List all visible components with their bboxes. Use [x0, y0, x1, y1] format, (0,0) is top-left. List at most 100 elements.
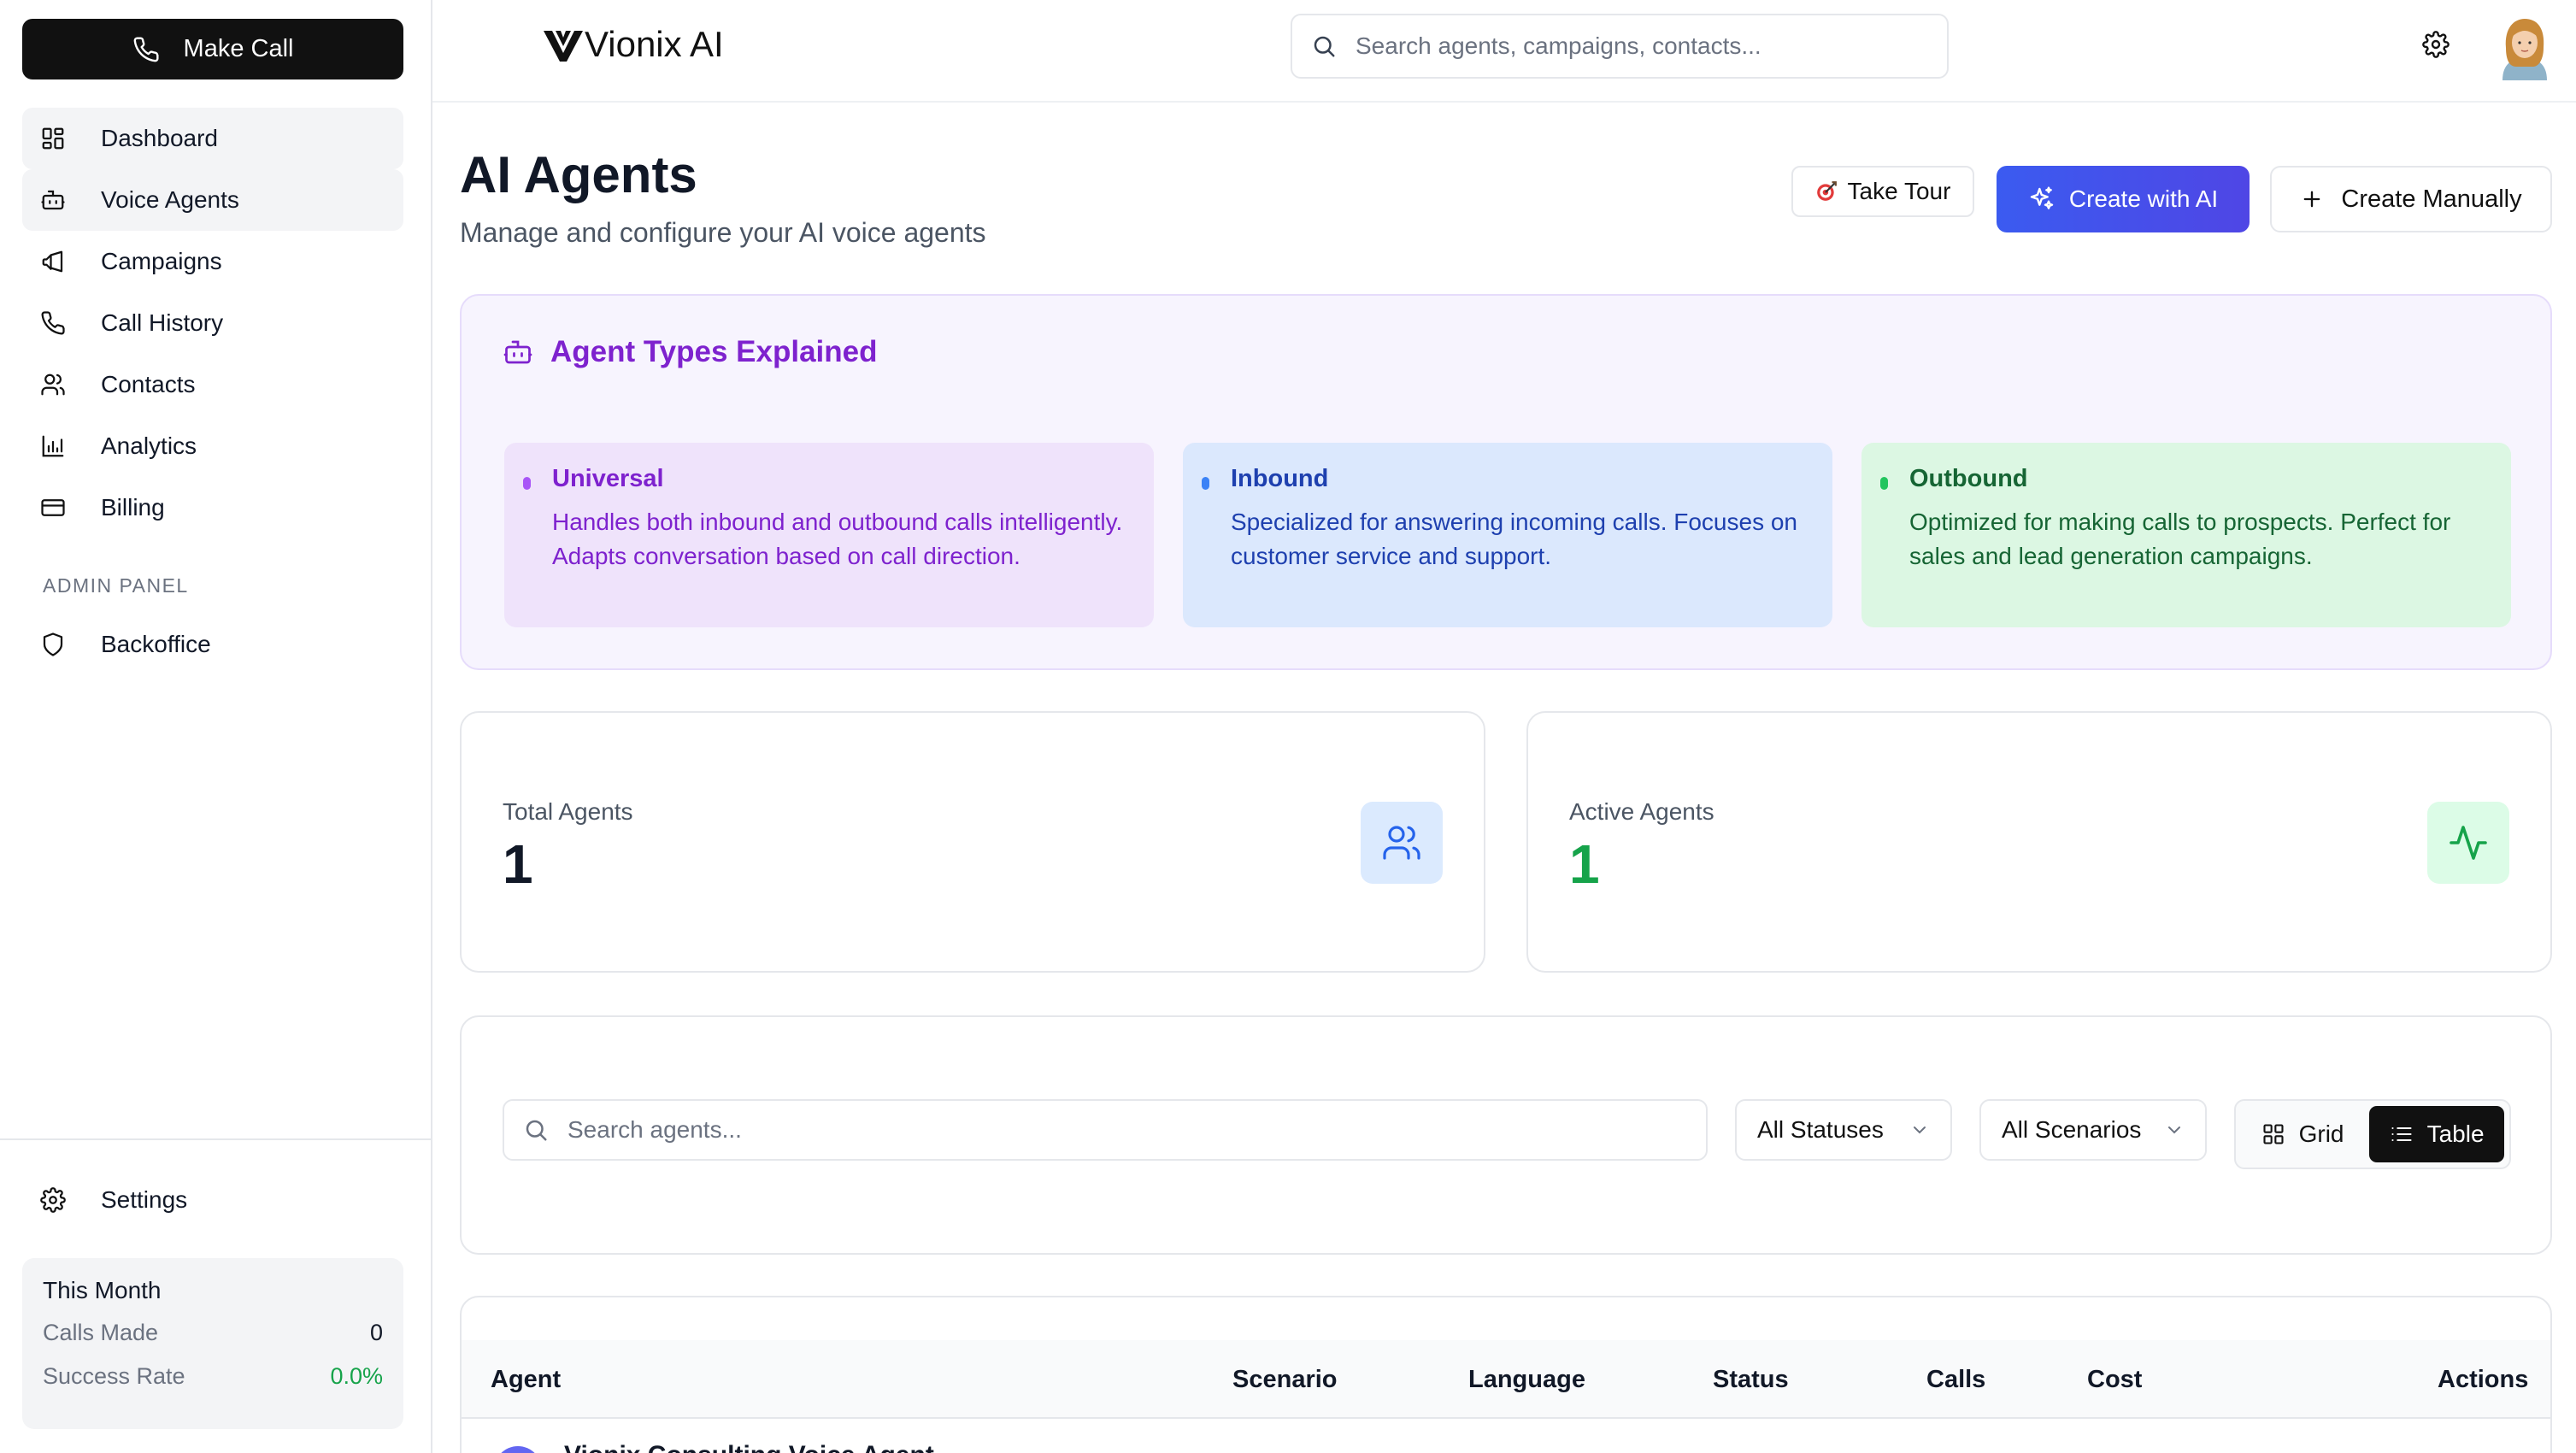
target-icon — [1815, 180, 1838, 203]
grid-icon — [2261, 1122, 2285, 1146]
agent-type-name: Inbound — [1231, 465, 1329, 492]
sidebar-item-label: Contacts — [101, 371, 196, 397]
vionix-logo-icon — [544, 27, 583, 62]
month-title: This Month — [43, 1277, 162, 1303]
sidebar-item-label: Analytics — [101, 432, 197, 459]
calls-made-value: 0 — [369, 1320, 383, 1345]
sidebar-divider — [0, 1138, 431, 1140]
scenario-select-value: All Scenarios — [2002, 1116, 2142, 1143]
agent-types-title: Agent Types Explained — [550, 335, 878, 368]
sidebar-item-call-history[interactable]: Call History — [22, 292, 403, 354]
sidebar: Make Call Dashboard Voice Agents Campaig… — [0, 0, 432, 1453]
column-header-language: Language — [1468, 1366, 1585, 1393]
create-manually-button[interactable]: Create Manually — [2270, 166, 2552, 232]
sidebar-item-label: Backoffice — [101, 631, 211, 657]
sidebar-item-dashboard[interactable]: Dashboard — [22, 108, 403, 169]
calls-made-label: Calls Made — [43, 1320, 159, 1345]
brand-logo[interactable]: Vionix AI — [544, 24, 724, 65]
active-agents-card: Active Agents 1 — [1526, 711, 2552, 973]
agent-search-input[interactable] — [568, 1116, 1679, 1144]
success-rate-row: Success Rate 0.0% — [43, 1363, 383, 1390]
create-with-ai-label: Create with AI — [2068, 185, 2219, 212]
inbound-dot — [1202, 477, 1209, 490]
gear-icon — [39, 1186, 67, 1214]
create-with-ai-button[interactable]: Create with AI — [1997, 166, 2250, 232]
column-header-status: Status — [1713, 1366, 1789, 1393]
sidebar-item-backoffice[interactable]: Backoffice — [22, 614, 403, 675]
agent-name[interactable]: Vionix Consulting Voice Agent — [564, 1441, 934, 1453]
plus-icon — [2300, 187, 2324, 211]
brand-name: Vionix AI — [585, 24, 724, 64]
agent-search[interactable] — [503, 1099, 1708, 1161]
chevron-down-icon — [1909, 1120, 1930, 1140]
take-tour-button[interactable]: Take Tour — [1791, 166, 1974, 217]
global-search-input[interactable] — [1356, 32, 1911, 60]
total-agents-card: Total Agents 1 — [460, 711, 1485, 973]
shield-icon — [39, 631, 67, 658]
users-icon — [1361, 802, 1443, 884]
user-avatar[interactable] — [2494, 15, 2555, 80]
sidebar-item-label: Billing — [101, 494, 165, 521]
list-icon — [2390, 1122, 2414, 1146]
sidebar-item-campaigns[interactable]: Campaigns — [22, 231, 403, 292]
agent-type-name: Outbound — [1909, 465, 2028, 492]
admin-nav: Backoffice — [22, 614, 403, 675]
status-select[interactable]: All Statuses — [1735, 1099, 1952, 1161]
status-select-value: All Statuses — [1757, 1116, 1884, 1143]
grid-view-button[interactable]: Grid — [2241, 1106, 2364, 1162]
active-agents-label: Active Agents — [1569, 798, 1714, 825]
total-agents-label: Total Agents — [503, 798, 633, 825]
search-icon — [523, 1117, 549, 1143]
sidebar-settings-wrapper: Settings — [22, 1169, 403, 1231]
sidebar-item-contacts[interactable]: Contacts — [22, 354, 403, 415]
sidebar-item-label: Settings — [101, 1186, 188, 1213]
column-header-agent: Agent — [491, 1366, 562, 1393]
admin-panel-heading: ADMIN PANEL — [43, 574, 189, 597]
gear-icon[interactable] — [2422, 31, 2450, 58]
agent-avatar — [494, 1446, 542, 1453]
agent-types-card: Agent Types Explained Universal Handles … — [460, 294, 2552, 670]
column-header-scenario: Scenario — [1232, 1366, 1338, 1393]
search-icon — [1311, 33, 1337, 59]
sidebar-item-settings[interactable]: Settings — [22, 1169, 403, 1231]
calls-made-row: Calls Made 0 — [43, 1320, 383, 1346]
top-header: Vionix AI — [432, 0, 2576, 103]
sidebar-item-label: Campaigns — [101, 248, 222, 274]
sidebar-item-analytics[interactable]: Analytics — [22, 415, 403, 477]
view-toggle: Grid Table — [2234, 1099, 2511, 1169]
outbound-dot — [1880, 477, 1888, 490]
active-agents-value: 1 — [1569, 833, 1600, 895]
users-icon — [39, 371, 67, 398]
create-manually-label: Create Manually — [2341, 185, 2522, 213]
column-header-actions: Actions — [2438, 1366, 2529, 1393]
agent-type-name: Universal — [552, 465, 664, 492]
sidebar-item-voice-agents[interactable]: Voice Agents — [22, 169, 403, 231]
dashboard-icon — [39, 125, 67, 152]
make-call-button[interactable]: Make Call — [22, 19, 403, 79]
table-view-button[interactable]: Table — [2369, 1106, 2504, 1162]
sidebar-item-label: Dashboard — [101, 125, 218, 151]
sparkles-icon — [2028, 185, 2056, 213]
scenario-select[interactable]: All Scenarios — [1979, 1099, 2207, 1161]
page-subtitle: Manage and configure your AI voice agent… — [460, 217, 986, 248]
success-rate-value: 0.0% — [330, 1363, 383, 1389]
column-header-calls: Calls — [1926, 1366, 1986, 1393]
credit-card-icon — [39, 494, 67, 521]
filter-bar: All Statuses All Scenarios Grid Table — [460, 1015, 2552, 1255]
universal-dot — [523, 477, 531, 490]
sidebar-item-billing[interactable]: Billing — [22, 477, 403, 538]
phone-icon — [132, 36, 160, 63]
bar-chart-icon — [39, 432, 67, 460]
bot-icon — [39, 186, 67, 214]
make-call-label: Make Call — [183, 35, 294, 62]
global-search[interactable] — [1291, 14, 1949, 79]
agent-type-description: Specialized for answering incoming calls… — [1231, 509, 1797, 569]
agent-types-heading: Agent Types Explained — [503, 335, 878, 369]
column-header-cost: Cost — [2087, 1366, 2143, 1393]
chevron-down-icon — [2164, 1120, 2185, 1140]
agent-type-description: Optimized for making calls to prospects.… — [1909, 509, 2451, 569]
phone-icon — [39, 309, 67, 337]
take-tour-label: Take Tour — [1847, 178, 1951, 204]
sidebar-item-label: Call History — [101, 309, 224, 336]
sidebar-item-label: Voice Agents — [101, 186, 239, 213]
